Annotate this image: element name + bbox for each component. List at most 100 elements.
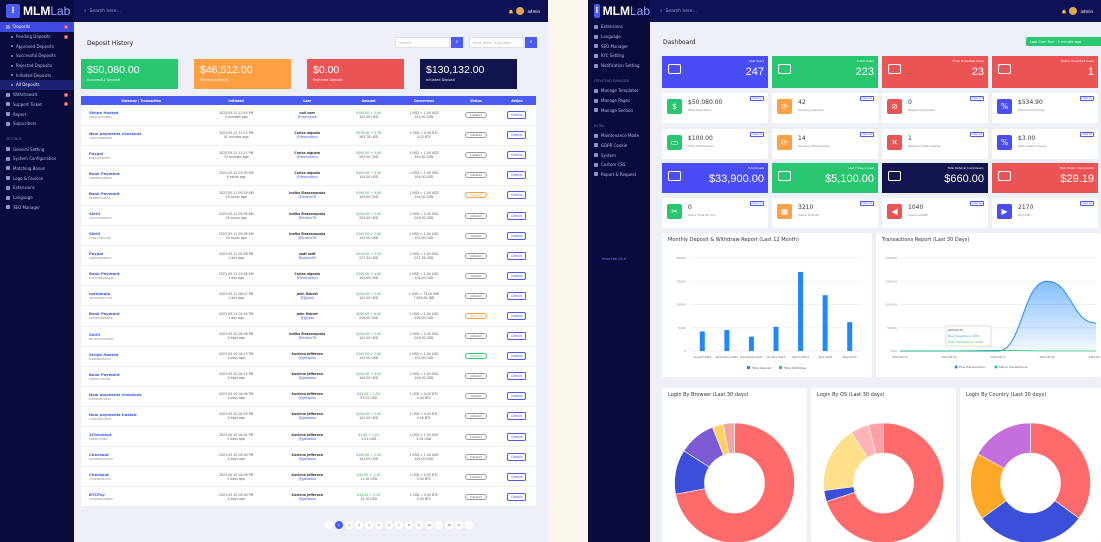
sidebar-item[interactable]: All Deposits xyxy=(0,80,74,90)
search-field[interactable]: Search xyxy=(395,37,450,48)
sidebar-item[interactable]: Approved Deposits xyxy=(0,41,74,51)
user-handle[interactable]: @lindiko78 xyxy=(271,195,344,199)
sidebar-item[interactable]: Extensions xyxy=(588,22,650,32)
view-all-link[interactable]: View All xyxy=(970,96,984,101)
page-link[interactable]: ‹ xyxy=(325,521,333,529)
bell-icon[interactable]: 🔔 xyxy=(1061,9,1066,14)
stat-widget[interactable]: Total Referral Commission $660.00 xyxy=(882,163,988,193)
view-all-link[interactable]: View All xyxy=(750,96,764,101)
sidebar-item[interactable]: Pending Deposits 1 xyxy=(0,32,74,42)
sidebar-item[interactable]: Manage Templates xyxy=(588,86,650,96)
sidebar-item[interactable]: Maintenance Mode xyxy=(588,131,650,141)
details-button[interactable]: Details xyxy=(507,412,527,421)
stat-card[interactable]: ⟳ 42 Pending Deposits View All xyxy=(772,93,878,123)
sidebar-item[interactable]: Withdrawals 1 xyxy=(0,90,74,100)
view-all-link[interactable]: View All xyxy=(860,132,874,137)
sidebar-item[interactable]: Rejected Deposits xyxy=(0,61,74,71)
page-link[interactable]: 10 xyxy=(425,521,433,529)
details-button[interactable]: Details xyxy=(507,131,527,140)
details-button[interactable]: Details xyxy=(507,271,527,280)
page-link[interactable]: › xyxy=(465,521,473,529)
user-handle[interactable]: @jgetweko xyxy=(271,437,344,441)
details-button[interactable]: Details xyxy=(507,452,527,461)
stat-card[interactable]: ▭ $100.00 Total Withdrawan View All xyxy=(662,129,768,159)
sidebar-item[interactable]: GDPR Cookie xyxy=(588,141,650,151)
stat-widget[interactable]: Total Invest $33,900.00 xyxy=(662,163,768,193)
view-all-link[interactable]: View All xyxy=(750,201,764,206)
view-all-link[interactable]: View All xyxy=(970,201,984,206)
details-button[interactable]: Details xyxy=(507,171,527,180)
view-all-link[interactable]: View All xyxy=(1080,201,1094,206)
page-link[interactable]: 7 xyxy=(395,521,403,529)
page-link[interactable]: 1 xyxy=(335,521,343,529)
user-handle[interactable]: @formuddins xyxy=(271,155,344,159)
user-handle[interactable]: @jgetweko xyxy=(271,497,344,501)
page-link[interactable]: ... xyxy=(435,521,443,529)
details-button[interactable]: Details xyxy=(507,492,527,501)
stat-widget[interactable]: Active Users 223 xyxy=(772,56,878,88)
stat-card[interactable]: ▦ 3210 Users Total BV View All xyxy=(772,198,878,228)
details-button[interactable]: Details xyxy=(507,372,527,381)
search-button[interactable]: ⌕ xyxy=(451,37,463,48)
details-button[interactable]: Details xyxy=(507,110,527,119)
page-link[interactable]: 16 xyxy=(445,521,453,529)
stat-card[interactable]: ✕ 1 Rejected Withdrawals View All xyxy=(882,129,988,159)
page-link[interactable]: 6 xyxy=(385,521,393,529)
user-handle[interactable]: @lindiko78 xyxy=(271,236,344,240)
stat-widget[interactable]: Total Users 247 xyxy=(662,56,768,88)
details-button[interactable]: Details xyxy=(507,392,527,401)
user-handle[interactable]: @jgetweko xyxy=(271,457,344,461)
sidebar-item[interactable]: Manage Pages xyxy=(588,96,650,106)
sidebar-item[interactable]: Language xyxy=(0,193,74,203)
stat-widget[interactable]: Total Binary Commission $29.19 xyxy=(992,163,1098,193)
page-link[interactable]: 4 xyxy=(365,521,373,529)
user-handle[interactable]: @lindiko78 xyxy=(271,216,344,220)
cron-status-button[interactable]: Last Cron Run : 1 minute ago xyxy=(1026,37,1101,46)
sidebar-item[interactable]: Deposits 1 xyxy=(0,22,74,32)
page-link[interactable]: 2 xyxy=(345,521,353,529)
sidebar-item[interactable]: KYC Setting xyxy=(588,51,650,61)
page-link[interactable]: 17 xyxy=(455,521,463,529)
user-handle[interactable]: @username xyxy=(271,115,344,119)
details-button[interactable]: Details xyxy=(507,191,527,200)
user-handle[interactable]: @jjjjjdad xyxy=(271,316,344,320)
user-handle[interactable]: @formuddins xyxy=(271,175,344,179)
details-button[interactable]: Details xyxy=(507,231,527,240)
search-input[interactable]: Search here... xyxy=(666,9,697,14)
user-handle[interactable]: @jgetweko xyxy=(271,416,344,420)
user-handle[interactable]: @jgetweko xyxy=(271,477,344,481)
stat-widget[interactable]: Last 7 Days Invest $5,100.00 xyxy=(772,163,878,193)
view-all-link[interactable]: View All xyxy=(860,201,874,206)
stat-widget[interactable]: Mobile Unverified Users 1 xyxy=(992,56,1098,88)
sidebar-item[interactable]: Report & Request xyxy=(588,170,650,180)
stat-card[interactable]: % $3.00 Withdrawal Charge View All xyxy=(992,129,1098,159)
user-handle[interactable]: @formuddins xyxy=(271,135,344,139)
stat-widget[interactable]: Email Unverified Users 23 xyxy=(882,56,988,88)
user-handle[interactable]: @jgetweko xyxy=(271,396,344,400)
view-all-link[interactable]: View All xyxy=(1080,132,1094,137)
sidebar-item[interactable]: Language xyxy=(588,32,650,42)
user-handle[interactable]: @formuddins xyxy=(271,276,344,280)
user-handle[interactable]: @jgetweko xyxy=(271,376,344,380)
sidebar-item[interactable]: Matching Bonus xyxy=(0,164,74,174)
details-button[interactable]: Details xyxy=(507,352,527,361)
user-handle[interactable]: @sanasdf3 xyxy=(271,256,344,260)
details-button[interactable]: Details xyxy=(507,251,527,260)
page-link[interactable]: 9 xyxy=(415,521,423,529)
sidebar-item[interactable]: General Setting xyxy=(0,144,74,154)
user-handle[interactable]: @lindiko78 xyxy=(271,336,344,340)
sidebar-item[interactable]: Initiated Deposits xyxy=(0,70,74,80)
stat-card[interactable]: ▶ 2170 Right BV View All xyxy=(992,198,1098,228)
view-all-link[interactable]: View All xyxy=(750,132,764,137)
sidebar-item[interactable]: Notification Setting xyxy=(588,61,650,71)
details-button[interactable]: Details xyxy=(507,151,527,160)
stat-card[interactable]: ⟳ 14 Pending Withdrawals View All xyxy=(772,129,878,159)
date-range-field[interactable]: Start Date - End Date xyxy=(469,37,524,48)
search-box[interactable]: ⌕ Search here... xyxy=(650,8,1061,15)
details-button[interactable]: Details xyxy=(507,332,527,341)
sidebar-item[interactable]: Report xyxy=(0,109,74,119)
user-menu[interactable]: 🔔 admin xyxy=(508,7,548,15)
sidebar-item[interactable]: System Configuration xyxy=(0,154,74,164)
sidebar-item[interactable]: SEO Manager xyxy=(0,202,74,212)
sidebar-item[interactable]: Manage Section xyxy=(588,106,650,116)
